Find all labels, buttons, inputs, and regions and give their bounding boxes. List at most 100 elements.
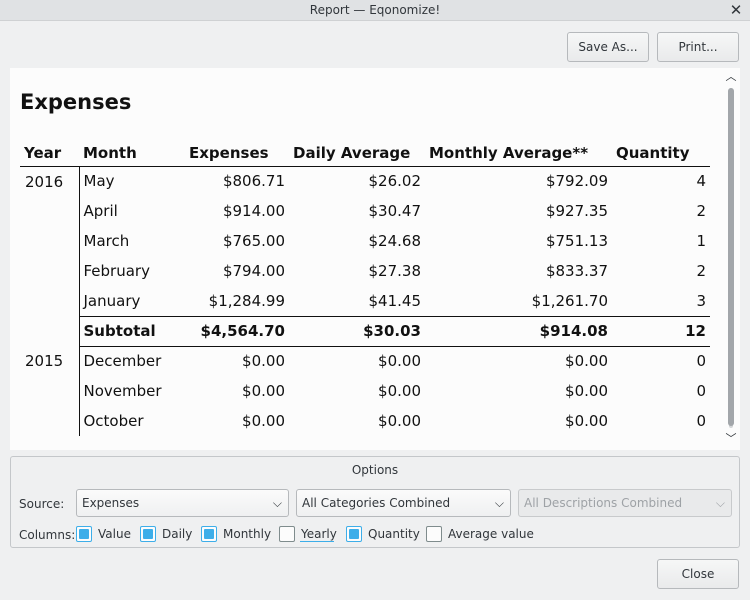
cell-daily: $0.00 xyxy=(378,382,421,400)
cell-monthly: $1,261.70 xyxy=(531,291,608,310)
description-combo: All Descriptions Combined ⌵ xyxy=(518,489,732,517)
cell-monthly: $0.00 xyxy=(565,382,608,400)
cell-qty: 12 xyxy=(612,315,710,347)
cell-qty: 0 xyxy=(696,412,706,430)
table-row: March $765.00 $24.68 $751.13 1 xyxy=(20,226,710,256)
description-combo-value: All Descriptions Combined xyxy=(524,496,683,510)
checkbox-daily-label: Daily xyxy=(162,527,193,541)
table-row: April $914.00 $30.47 $927.35 2 xyxy=(20,196,710,226)
cell-monthly: $927.35 xyxy=(545,202,608,220)
column-header-year: Year xyxy=(20,140,79,167)
cell-qty: 0 xyxy=(696,382,706,400)
cell-expenses: $794.00 xyxy=(222,262,285,280)
cell-month: March xyxy=(78,226,185,256)
cell-year xyxy=(20,286,79,316)
column-header-quantity: Quantity xyxy=(612,140,710,167)
chevron-down-icon: ⌵ xyxy=(715,496,725,510)
chevron-down-icon: ⌵ xyxy=(494,496,504,510)
cell-daily: $30.03 xyxy=(289,315,425,347)
column-header-daily-average: Daily Average xyxy=(289,140,425,167)
chevron-down-icon[interactable]: ﹀ xyxy=(725,433,737,444)
vertical-scrollbar[interactable]: ︿ ﹀ xyxy=(722,68,740,450)
checkbox-quantity[interactable] xyxy=(346,526,362,542)
cell-expenses: $765.00 xyxy=(222,232,285,250)
cell-year: 2016 xyxy=(25,172,64,191)
checkbox-yearly[interactable] xyxy=(279,526,295,542)
checkbox-monthly-label: Monthly xyxy=(223,527,272,541)
cell-daily: $24.68 xyxy=(368,232,422,250)
cell-daily: $0.00 xyxy=(378,352,421,371)
category-combo-value: All Categories Combined xyxy=(302,496,451,510)
cell-qty: 4 xyxy=(696,172,706,191)
table-header: Year Month Expenses Daily Average Monthl… xyxy=(20,140,710,167)
focus-indicator xyxy=(300,541,334,542)
cell-month: May xyxy=(78,166,185,196)
options-title: Options xyxy=(351,463,399,477)
table-row: October $0.00 $0.00 $0.00 0 xyxy=(20,406,710,436)
checkbox-value[interactable] xyxy=(76,526,92,542)
report-view[interactable]: Expenses Year Month Expenses Daily Avera… xyxy=(10,68,740,450)
cell-month: October xyxy=(78,406,185,436)
cell-month: December xyxy=(78,346,185,376)
window-title: Report — Eqonomize! xyxy=(309,3,441,17)
table-row: January $1,284.99 $41.45 $1,261.70 3 xyxy=(20,286,710,316)
checkbox-daily[interactable] xyxy=(140,526,156,542)
cell-year xyxy=(20,256,79,286)
cell-qty: 2 xyxy=(696,262,706,280)
checkbox-value-label: Value xyxy=(98,527,131,541)
cell-year: 2015 xyxy=(25,352,64,370)
save-as-button[interactable]: Save As... xyxy=(567,32,649,62)
print-button[interactable]: Print... xyxy=(657,32,739,62)
options-group: Options Source: Expenses ⌵ All Categorie… xyxy=(10,456,740,548)
source-label: Source: xyxy=(19,497,65,511)
cell-monthly: $792.09 xyxy=(545,172,608,191)
cell-qty: 0 xyxy=(696,352,706,371)
cell-daily: $27.38 xyxy=(368,262,422,280)
cell-qty: 2 xyxy=(696,202,706,220)
cell-daily: $30.47 xyxy=(368,202,422,220)
subtotal-row: Subtotal $4,564.70 $30.03 $914.08 12 xyxy=(20,315,710,347)
cell-expenses: $914.00 xyxy=(222,202,285,220)
checkbox-average-value-label: Average value xyxy=(448,527,534,541)
cell-expenses: $0.00 xyxy=(242,382,285,400)
source-combo[interactable]: Expenses ⌵ xyxy=(76,489,289,517)
table-row: 2016 May $806.71 $26.02 $792.09 4 xyxy=(20,166,710,196)
cell-year xyxy=(20,376,79,406)
table-row: November $0.00 $0.00 $0.00 0 xyxy=(20,376,710,406)
scrollbar-thumb[interactable] xyxy=(728,88,734,426)
checkbox-yearly-label: Yearly xyxy=(301,527,337,541)
cell-daily: $41.45 xyxy=(368,291,422,310)
column-header-monthly-average: Monthly Average** xyxy=(425,140,612,167)
cell-expenses: $0.00 xyxy=(242,412,285,430)
cell-expenses: $1,284.99 xyxy=(208,291,285,310)
source-combo-value: Expenses xyxy=(82,496,140,510)
cell-monthly: $0.00 xyxy=(565,352,608,371)
checkbox-average-value[interactable] xyxy=(426,526,442,542)
cell-expenses: $806.71 xyxy=(222,172,285,191)
title-bar: Report — Eqonomize! ✕ xyxy=(0,0,750,21)
chevron-up-icon[interactable]: ︿ xyxy=(725,71,737,82)
checkbox-quantity-label: Quantity xyxy=(368,527,420,541)
cell-daily: $26.02 xyxy=(368,172,422,191)
cell-expenses: $0.00 xyxy=(242,352,285,371)
cell-daily: $0.00 xyxy=(378,412,421,430)
category-combo[interactable]: All Categories Combined ⌵ xyxy=(296,489,511,517)
table-row: 2015 December $0.00 $0.00 $0.00 0 xyxy=(20,346,710,376)
close-icon[interactable]: ✕ xyxy=(728,1,744,19)
cell-month: February xyxy=(78,256,185,286)
cell-month: November xyxy=(78,376,185,406)
cell-monthly: $0.00 xyxy=(565,412,608,430)
cell-month: January xyxy=(78,286,185,316)
table-row: February $794.00 $27.38 $833.37 2 xyxy=(20,256,710,286)
cell-monthly: $914.08 xyxy=(425,315,612,347)
cell-year xyxy=(20,226,79,256)
cell-year xyxy=(20,406,79,436)
close-button[interactable]: Close xyxy=(657,559,739,589)
cell-monthly: $833.37 xyxy=(545,262,608,280)
checkbox-monthly[interactable] xyxy=(201,526,217,542)
cell-month: April xyxy=(78,196,185,226)
columns-label: Columns: xyxy=(19,528,76,542)
cell-monthly: $751.13 xyxy=(545,232,608,250)
cell-expenses: $4,564.70 xyxy=(185,315,289,347)
report-heading: Expenses xyxy=(20,90,132,114)
